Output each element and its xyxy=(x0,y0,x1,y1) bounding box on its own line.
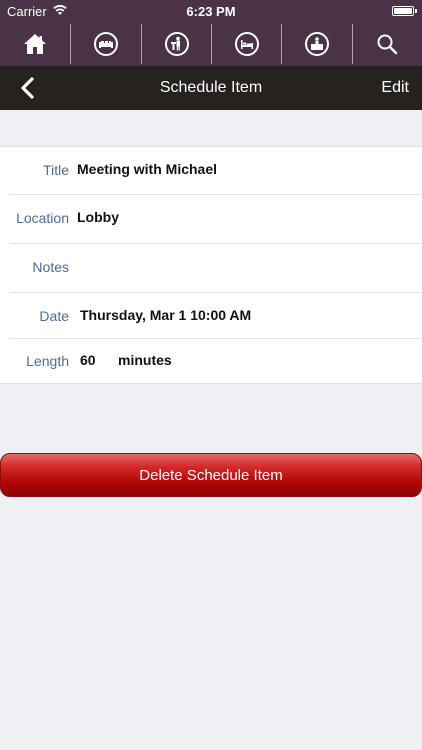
podium-speaker-icon xyxy=(165,32,189,56)
lounge-button[interactable] xyxy=(71,22,141,66)
status-bar: Carrier 6:23 PM xyxy=(0,0,422,22)
date-value: Thursday, Mar 1 10:00 AM xyxy=(80,307,252,323)
front-desk-icon xyxy=(305,32,329,56)
length-row[interactable]: Length 60 minutes xyxy=(10,339,422,383)
length-unit: minutes xyxy=(118,352,172,368)
room-button[interactable] xyxy=(212,22,282,66)
search-icon xyxy=(377,34,398,55)
date-label: Date xyxy=(39,308,69,324)
navigation-bar: Schedule Item Edit xyxy=(0,66,422,110)
length-label: Length xyxy=(26,353,69,369)
title-value: Meeting with Michael xyxy=(77,161,218,177)
title-label: Title xyxy=(43,162,69,178)
meeting-button[interactable] xyxy=(142,22,212,66)
notes-row[interactable]: Notes xyxy=(10,244,422,293)
home-button[interactable] xyxy=(0,22,70,66)
length-value[interactable]: 60 xyxy=(80,352,96,368)
edit-button[interactable]: Edit xyxy=(381,79,409,97)
bed-icon xyxy=(235,32,259,56)
search-button[interactable] xyxy=(352,22,422,66)
status-time: 6:23 PM xyxy=(186,4,236,19)
location-value: Lobby xyxy=(77,209,119,225)
location-row[interactable]: Location Lobby xyxy=(10,195,422,244)
top-toolbar: Carrier 6:23 PM xyxy=(0,0,422,66)
front-desk-button[interactable] xyxy=(282,22,352,66)
title-row[interactable]: Title Meeting with Michael xyxy=(10,147,422,195)
location-label: Location xyxy=(16,210,69,226)
icon-toolbar xyxy=(0,22,422,66)
battery-icon xyxy=(392,6,417,16)
delete-schedule-item-button[interactable]: Delete Schedule Item xyxy=(0,453,422,497)
page-title: Schedule Item xyxy=(159,79,263,96)
schedule-item-details: Title Meeting with Michael Location Lobb… xyxy=(0,146,422,384)
home-icon xyxy=(24,34,46,54)
date-row[interactable]: Date Thursday, Mar 1 10:00 AM xyxy=(10,293,422,339)
sofa-icon xyxy=(94,32,118,56)
notes-label: Notes xyxy=(32,259,69,275)
